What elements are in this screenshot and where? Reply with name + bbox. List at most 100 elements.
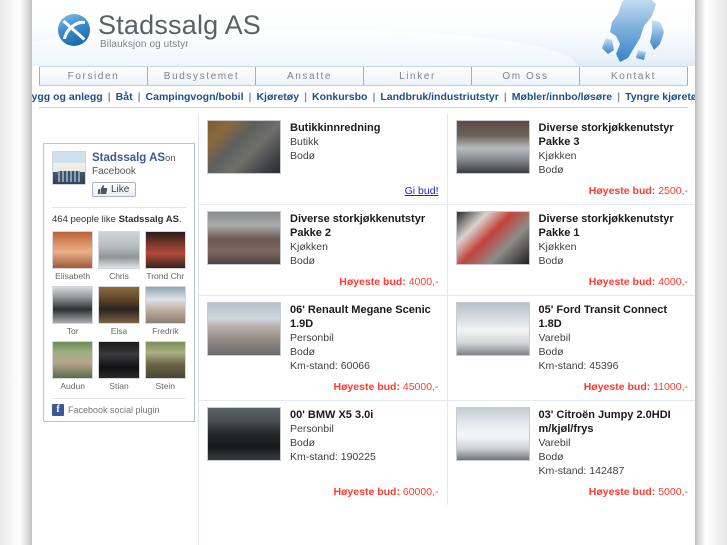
listing-card[interactable]: Diverse storkjøkkenutstyr Pakke 2 Kjøkken… (199, 205, 448, 295)
listing-card[interactable]: Butikkinnredning Butikk Bodø Gi bud! (199, 114, 448, 204)
listing-title[interactable]: 05' Ford Transit Connect 1.8D (539, 303, 689, 331)
category-link-landbruk-industriutstyr[interactable]: Landbruk/industriutstyr (375, 91, 503, 103)
facebook-friend-grid: Elisabeth Chris Trond Chr Tor Elsa Fredrik Aud… (52, 231, 186, 392)
category-link-campingvogn-bobil[interactable]: Campingvogn/bobil (141, 91, 249, 103)
listing-title[interactable]: Diverse storkjøkkenutstyr Pakke 2 (290, 212, 439, 240)
sidebar: Stadssalg ASon Facebook Like 464 people … (31, 114, 198, 422)
avatar[interactable] (52, 286, 94, 324)
highest-bid-amount: 2500,- (658, 185, 688, 197)
kitchen-equipment-photo[interactable] (207, 211, 281, 265)
listing-title[interactable]: 00' BMW X5 3.0i (290, 408, 376, 422)
facebook-friend-cell[interactable]: Tor (52, 286, 94, 337)
listing-location: Bodø (538, 346, 564, 358)
car-photo[interactable] (207, 302, 281, 356)
avatar[interactable] (98, 341, 140, 379)
nav-item-ansatte[interactable]: Ansatte (255, 67, 363, 85)
facebook-friend-name: Fredrik (152, 326, 179, 336)
page-logo-thumbnail (52, 151, 86, 185)
avatar[interactable] (52, 231, 94, 269)
listing-footer: Høyeste bud: 4000,- (207, 268, 438, 290)
facebook-friend-cell[interactable]: Elisabeth (52, 231, 94, 282)
car-photo[interactable] (207, 407, 281, 461)
listing-title[interactable]: 06' Renault Megane Scenic 1.9D (290, 303, 439, 331)
listing-footer: Høyeste bud: 45000,- (207, 373, 438, 395)
facebook-friend-cell[interactable]: Stein (144, 341, 186, 392)
facebook-friend-cell[interactable]: Stian (98, 341, 140, 392)
category-link-kj-ret-y[interactable]: Kjøretøy (251, 91, 304, 103)
highest-bid-label: Høyeste bud: (333, 486, 400, 498)
facebook-friend-name: Tor (66, 326, 79, 336)
facebook-friend-cell[interactable]: Elsa (98, 286, 140, 337)
avatar[interactable] (98, 286, 140, 324)
facebook-like-button[interactable]: Like (92, 182, 137, 197)
facebook-friend-name: Trond Chr (146, 271, 185, 281)
listing-location: Bodø (538, 451, 564, 463)
van-photo[interactable] (455, 302, 530, 356)
avatar[interactable] (144, 341, 186, 379)
facebook-friend-cell[interactable]: Fredrik (144, 286, 186, 337)
listing-card[interactable]: 06' Renault Megane Scenic 1.9D Personbil B… (199, 296, 448, 400)
facebook-friend-cell[interactable]: Trond Chr (144, 231, 186, 282)
avatar[interactable] (52, 341, 94, 379)
avatar[interactable] (98, 231, 140, 269)
listing-odometer: Km-stand: 190225 (290, 451, 376, 463)
listing-card[interactable]: 03' Citroën Jumpy 2.0HDI m/kjøl/frys Vare… (448, 401, 697, 505)
listings-grid: Butikkinnredning Butikk Bodø Gi bud! Diverse… (198, 114, 696, 545)
circle-slash-logo-icon (58, 14, 90, 46)
kitchen-equipment-photo[interactable] (455, 211, 530, 265)
highest-bid: Høyeste bud: 45000,- (333, 381, 438, 393)
avatar[interactable] (144, 286, 186, 324)
nav-item-linker[interactable]: Linker (363, 67, 471, 85)
listing-title[interactable]: Butikkinnredning (290, 121, 380, 135)
listing-row: Diverse storkjøkkenutstyr Pakke 2 Kjøkken… (199, 205, 696, 296)
facebook-page-name[interactable]: Stadssalg ASon (92, 152, 176, 165)
facebook-f-icon: f (52, 404, 64, 416)
facebook-friend-cell[interactable]: Audun (52, 341, 94, 392)
scandinavia-map-icon (602, 0, 664, 62)
facebook-friend-name: Elisabeth (55, 271, 91, 281)
listing-odometer: Km-stand: 142487 (538, 465, 625, 477)
shop-interior-photo[interactable] (207, 120, 281, 174)
highest-bid-label: Høyeste bud: (588, 276, 656, 288)
listing-location: Bodø (290, 437, 316, 449)
highest-bid-amount: 5000,- (658, 486, 688, 498)
highest-bid: Høyeste bud: 2500,- (589, 185, 688, 197)
nav-item-om-oss[interactable]: Om Oss (471, 67, 579, 85)
listing-card[interactable]: 05' Ford Transit Connect 1.8D Varebil Bodø… (448, 296, 697, 400)
listing-odometer: Km-stand: 60066 (290, 360, 370, 372)
page-left-gutter (0, 0, 32, 545)
listing-title[interactable]: 03' Citroën Jumpy 2.0HDI m/kjøl/frys (539, 408, 689, 436)
listing-card[interactable]: Diverse storkjøkkenutstyr Pakke 1 Kjøkken… (448, 205, 697, 295)
listing-card[interactable]: 00' BMW X5 3.0i Personbil Bodø Km-stand: 19… (199, 401, 448, 505)
nav-item-forsiden[interactable]: Forsiden (39, 67, 147, 85)
listing-title[interactable]: Diverse storkjøkkenutstyr Pakke 3 (539, 121, 689, 149)
listing-row: 00' BMW X5 3.0i Personbil Bodø Km-stand: 19… (199, 401, 696, 505)
highest-bid: Høyeste bud: 11000,- (584, 381, 688, 393)
category-link-m-bler-innbo-l-s-re[interactable]: Møbler/innbo/løsøre (507, 91, 617, 103)
highest-bid-amount: 4000,- (658, 276, 688, 288)
facebook-friend-name: Chris (109, 271, 129, 281)
category-link-konkursbo[interactable]: Konkursbo (307, 91, 372, 103)
main-navigation[interactable]: Forsiden Budsystemet Ansatte Linker Om Oss Ko… (39, 66, 688, 86)
facebook-friend-name: Stian (109, 381, 129, 391)
listing-row: 06' Renault Megane Scenic 1.9D Personbil B… (199, 296, 696, 401)
category-link-tyngre-kj-ret-y[interactable]: Tyngre kjøretøy (620, 91, 696, 103)
listing-location: Bodø (290, 346, 316, 358)
listing-category: Kjøkken (538, 241, 577, 253)
category-link-bygg-og-anlegg[interactable]: Bygg og anlegg (31, 91, 108, 103)
listing-title[interactable]: Diverse storkjøkkenutstyr Pakke 1 (539, 212, 689, 240)
kitchen-equipment-photo[interactable] (455, 120, 530, 174)
listing-category: Butikk (290, 136, 319, 148)
highest-bid-label: Høyeste bud: (339, 276, 406, 288)
nav-item-kontakt[interactable]: Kontakt (579, 67, 688, 85)
category-link-b-t[interactable]: Båt (111, 91, 138, 103)
category-navigation[interactable]: Bygg og anlegg | Båt | Campingvogn/bobil | Kjø… (31, 86, 696, 108)
facebook-friend-cell[interactable]: Chris (98, 231, 140, 282)
nav-item-budsystemet[interactable]: Budsystemet (147, 67, 255, 85)
listing-card[interactable]: Diverse storkjøkkenutstyr Pakke 3 Kjøkken… (448, 114, 697, 204)
highest-bid: Høyeste bud: 4000,- (589, 276, 688, 288)
place-bid-link[interactable]: Gi bud! (405, 185, 439, 197)
van-photo[interactable] (455, 407, 530, 461)
avatar[interactable] (144, 231, 186, 269)
site-logo[interactable]: Stadssalg AS Bilauksjon og utstyr (57, 8, 261, 50)
